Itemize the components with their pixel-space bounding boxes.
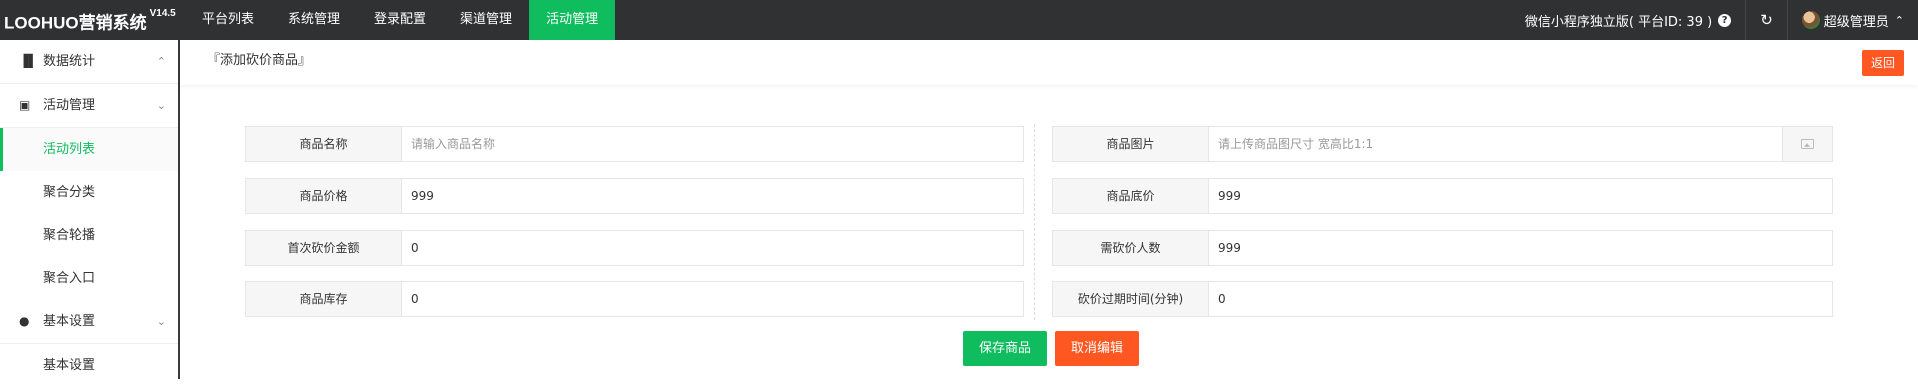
- image-icon: [1801, 139, 1814, 149]
- app-logo[interactable]: LOOHUO营销系统V14.5: [4, 0, 176, 40]
- upload-image-button[interactable]: [1782, 127, 1832, 161]
- divider: [1745, 0, 1747, 40]
- settings-icon: ●: [19, 314, 30, 328]
- nav-item-activity-management[interactable]: 活动管理: [529, 0, 616, 40]
- user-name: 超级管理员: [1823, 14, 1889, 30]
- app-version: V14.5: [149, 8, 176, 19]
- sidebar-group-label: 数据统计: [43, 54, 96, 69]
- sidebar-group-label: 活动管理: [43, 98, 96, 113]
- nav-item-system-management[interactable]: 系统管理: [271, 0, 357, 40]
- form-row-required-helpers: 需砍价人数 999: [1052, 230, 1833, 266]
- page-header: 『添加砍价商品』 返回: [180, 40, 1918, 85]
- sidebar-item-aggregate-carousel[interactable]: 聚合轮播: [0, 214, 178, 257]
- field-label: 首次砍价金额: [246, 231, 402, 265]
- field-label: 商品底价: [1053, 179, 1209, 213]
- field-label: 商品名称: [246, 127, 402, 161]
- column-divider: [1034, 124, 1035, 320]
- form-row-product-image: 商品图片 请上传商品图尺寸 宽高比1:1: [1052, 126, 1833, 162]
- chevron-down-icon: ⌄: [156, 315, 166, 328]
- sidebar: ▐▌ 数据统计 ⌃ ▣ 活动管理 ⌄ 活动列表 聚合分类 聚合轮播 聚合入口 ●…: [0, 40, 180, 379]
- cancel-edit-button[interactable]: 取消编辑: [1055, 331, 1139, 366]
- refresh-icon[interactable]: ↻: [1760, 11, 1773, 29]
- nav-item-channel-management[interactable]: 渠道管理: [443, 0, 529, 40]
- briefcase-icon: ▣: [19, 98, 31, 112]
- form-row-floor-price: 商品底价 999: [1052, 178, 1833, 214]
- form-row-product-stock: 商品库存 0: [245, 281, 1024, 317]
- sidebar-item-activity-list[interactable]: 活动列表: [0, 128, 178, 171]
- product-price-input[interactable]: 999: [402, 179, 1023, 213]
- required-helpers-input[interactable]: 999: [1209, 231, 1832, 265]
- sidebar-group-label: 基本设置: [43, 314, 96, 329]
- app-title: LOOHUO营销系统: [4, 13, 147, 33]
- form-row-product-name: 商品名称 请输入商品名称: [245, 126, 1024, 162]
- product-stock-input[interactable]: 0: [402, 282, 1023, 316]
- expire-minutes-input[interactable]: 0: [1209, 282, 1832, 316]
- form-row-expire-minutes: 砍价过期时间(分钟) 0: [1052, 281, 1833, 317]
- save-product-button[interactable]: 保存商品: [963, 331, 1047, 366]
- divider: [1786, 0, 1788, 40]
- field-label: 砍价过期时间(分钟): [1053, 282, 1209, 316]
- first-cut-amount-input[interactable]: 0: [402, 231, 1023, 265]
- field-label: 商品库存: [246, 282, 402, 316]
- field-label: 商品价格: [246, 179, 402, 213]
- chevron-down-icon: ⌄: [156, 99, 166, 112]
- field-label: 需砍价人数: [1053, 231, 1209, 265]
- product-name-input[interactable]: 请输入商品名称: [402, 127, 1023, 161]
- platform-info: 微信小程序独立版( 平台ID: 39 ): [1524, 14, 1713, 30]
- form-row-first-cut-amount: 首次砍价金额 0: [245, 230, 1024, 266]
- back-button[interactable]: 返回: [1862, 50, 1904, 76]
- nav-item-platform-list[interactable]: 平台列表: [185, 0, 271, 40]
- sidebar-item-aggregate-category[interactable]: 聚合分类: [0, 171, 178, 214]
- page-title: 『添加砍价商品』: [207, 53, 312, 68]
- sidebar-item-basic-settings[interactable]: 基本设置: [0, 344, 178, 387]
- floor-price-input[interactable]: 999: [1209, 179, 1832, 213]
- top-nav: 平台列表 系统管理 登录配置 渠道管理 活动管理: [185, 0, 616, 40]
- chevron-up-icon: ⌃: [1894, 13, 1904, 27]
- sidebar-group-activity[interactable]: ▣ 活动管理 ⌄: [0, 84, 178, 128]
- top-right-area: 微信小程序独立版( 平台ID: 39 ) ? ↻ 超级管理员 ⌃: [1525, 0, 1918, 40]
- sidebar-item-aggregate-entry[interactable]: 聚合入口: [0, 257, 178, 300]
- product-image-input[interactable]: 请上传商品图尺寸 宽高比1:1: [1209, 127, 1782, 161]
- sidebar-group-stats[interactable]: ▐▌ 数据统计 ⌃: [0, 40, 178, 84]
- top-bar: LOOHUO营销系统V14.5 平台列表 系统管理 登录配置 渠道管理 活动管理…: [0, 0, 1918, 40]
- chevron-up-icon: ⌃: [156, 55, 166, 68]
- form-row-product-price: 商品价格 999: [245, 178, 1024, 214]
- avatar: [1801, 11, 1820, 29]
- nav-item-login-config[interactable]: 登录配置: [357, 0, 443, 40]
- question-circle-icon[interactable]: ?: [1718, 13, 1732, 27]
- bar-chart-icon: ▐▌: [19, 54, 38, 68]
- user-menu[interactable]: 超级管理员 ⌃: [1801, 11, 1904, 30]
- field-label: 商品图片: [1053, 127, 1209, 161]
- sidebar-group-settings[interactable]: ● 基本设置 ⌄: [0, 300, 178, 344]
